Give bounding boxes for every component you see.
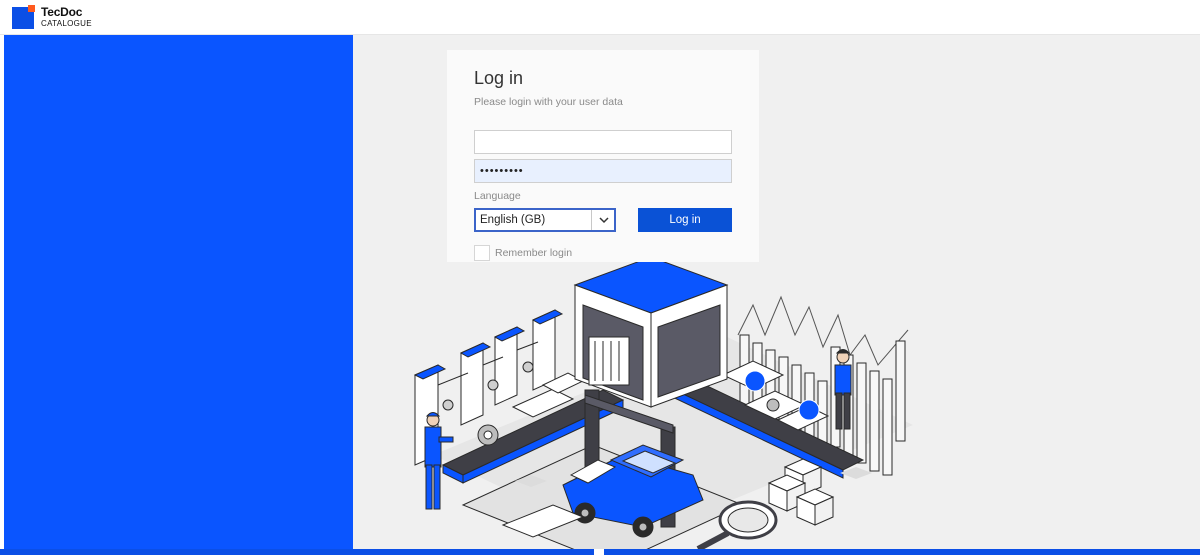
- main-area: Log in Please login with your user data …: [353, 35, 1200, 549]
- login-subtitle: Please login with your user data: [474, 96, 623, 108]
- language-selected-value: English (GB): [480, 214, 546, 226]
- left-brand-panel: [4, 35, 353, 549]
- tecdoc-logo[interactable]: TecDoc CATALOGUE: [12, 5, 102, 31]
- login-card: Log in Please login with your user data …: [447, 50, 759, 262]
- logo-accent-icon: [28, 5, 35, 12]
- logo-subtitle: CATALOGUE: [41, 19, 92, 28]
- remember-label[interactable]: Remember login: [495, 247, 572, 259]
- username-input[interactable]: [474, 130, 732, 154]
- select-divider: [591, 210, 592, 230]
- remember-checkbox[interactable]: [474, 245, 490, 261]
- logo-name: TecDoc: [41, 5, 83, 19]
- language-select[interactable]: English (GB): [474, 208, 616, 232]
- chevron-down-icon[interactable]: [598, 214, 610, 226]
- login-title: Log in: [474, 68, 524, 88]
- top-bar: TecDoc CATALOGUE: [0, 0, 1200, 35]
- password-input[interactable]: [474, 159, 732, 183]
- login-button[interactable]: Log in: [638, 208, 732, 232]
- bottom-notch: [594, 549, 604, 555]
- language-label: Language: [474, 190, 521, 202]
